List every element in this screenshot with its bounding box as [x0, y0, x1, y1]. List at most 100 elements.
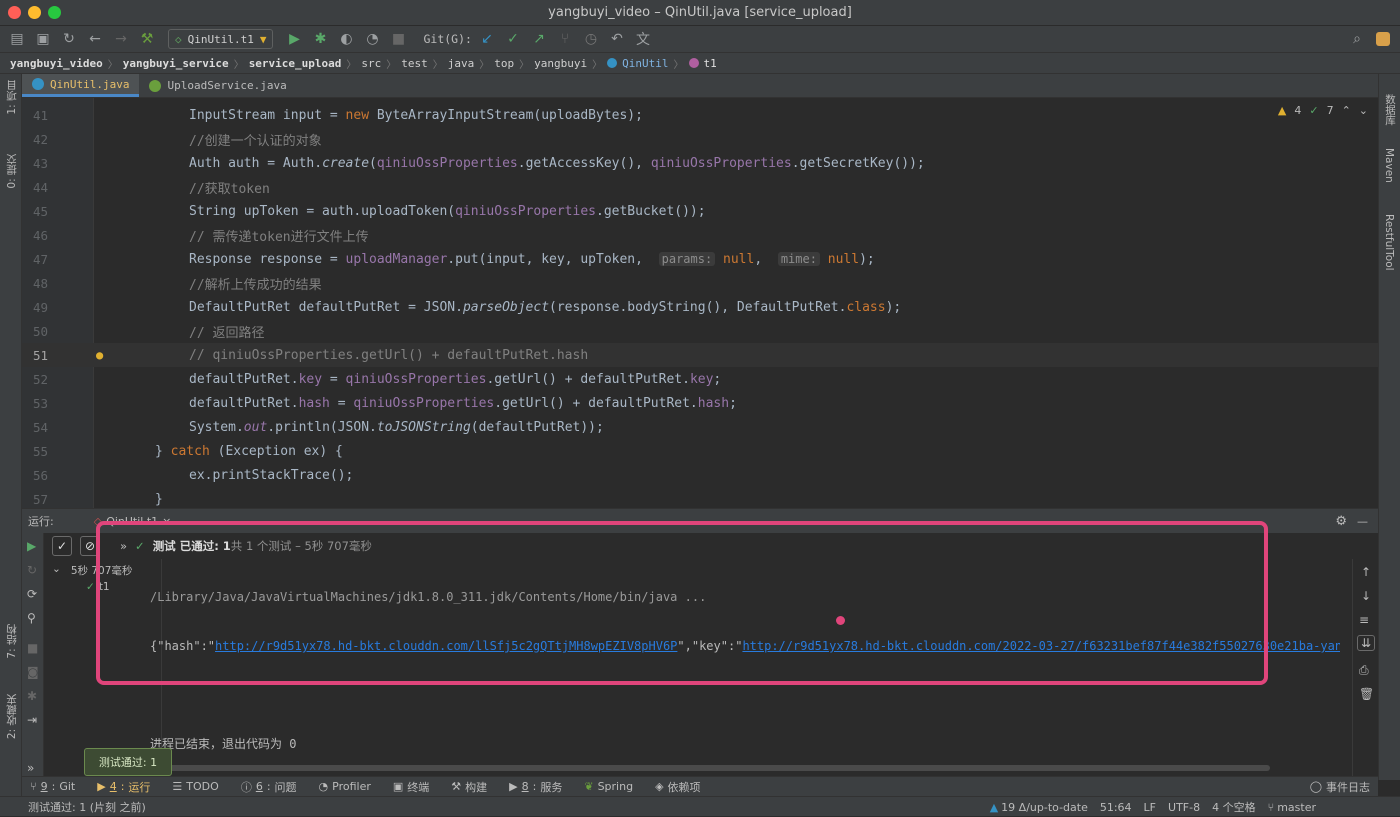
stop-icon[interactable]: ■ [387, 28, 409, 50]
restfultool-tool-tab[interactable]: RestfulTool [1383, 214, 1395, 271]
breadcrumb-item[interactable]: yangbuyi_video [10, 57, 103, 70]
tab-spring[interactable]: ❦ Spring [584, 780, 633, 793]
tab-label: QinUtil.java [50, 77, 130, 91]
tab-problems[interactable]: ⓘ 6: 问题 [241, 779, 297, 795]
database-tool-tab[interactable]: 数据库 [1383, 94, 1398, 126]
highlight-annotation [96, 521, 1268, 685]
caret-position[interactable]: 51:64 [1100, 801, 1132, 814]
breadcrumb-item[interactable]: test [401, 57, 428, 70]
project-tool-tab[interactable]: 1: 项目 [4, 80, 19, 115]
open-folder-icon[interactable]: ▤ [6, 28, 28, 50]
file-encoding[interactable]: UTF-8 [1168, 801, 1200, 814]
console-exit-message: 进程已结束，退出代码为 0 [150, 737, 297, 751]
more-icon[interactable]: » [27, 761, 34, 775]
debug-icon[interactable]: ✱ [309, 28, 331, 50]
breadcrumb-item[interactable]: yangbuyi_service [123, 57, 229, 70]
breadcrumb-item[interactable]: QinUtil [622, 57, 668, 70]
tab-dependencies[interactable]: ◈ 依赖项 [655, 779, 700, 795]
tab-terminal[interactable]: ▣ 终端 [393, 779, 429, 795]
tab-run[interactable]: ▶ 4: 运行 [97, 779, 150, 795]
tab-qinutil[interactable]: QinUtil.java [22, 74, 140, 97]
tab-profiler[interactable]: ◔ Profiler [319, 780, 371, 793]
translate-icon[interactable]: 文 [632, 28, 654, 50]
code-editor[interactable]: ▲ 4 ✓ 7 ⌃ ⌄ 41 InputStream input = new Byte… [22, 98, 1378, 508]
breadcrumb-item[interactable]: java [448, 57, 475, 70]
git-push-icon[interactable]: ↗ [528, 28, 550, 50]
terminal-icon: ▣ [392, 780, 404, 793]
run-side-toolbar: ▶ ↻ ⟳ ⚲ ■ ◙ ✱ ⇥ » [22, 533, 44, 781]
show-passed-button[interactable]: ✓ [52, 536, 72, 556]
search-icon[interactable]: ⌕ [1346, 28, 1368, 50]
save-all-icon[interactable]: ▣ [32, 28, 54, 50]
maven-tool-tab[interactable]: Maven [1383, 148, 1395, 183]
event-log-button[interactable]: ◯ 事件日志 [1310, 779, 1370, 795]
git-commit-icon[interactable]: ✓ [502, 28, 524, 50]
java-interface-icon [149, 79, 162, 92]
debug-icon[interactable]: ✱ [27, 689, 37, 703]
tab-services[interactable]: ▶ 8: 服务 [509, 779, 562, 795]
forward-icon[interactable]: → [110, 28, 132, 50]
rerun-failed-icon[interactable]: ↻ [27, 563, 37, 577]
indent-setting[interactable]: 4 个空格 [1212, 799, 1256, 815]
status-message[interactable]: 测试通过: 1 (片刻 之前) [28, 799, 146, 815]
stop-icon[interactable]: ■ [27, 641, 38, 655]
profile-icon[interactable]: ◔ [361, 28, 383, 50]
maximize-window-button[interactable] [48, 6, 61, 19]
avatar[interactable] [1372, 28, 1394, 50]
gear-icon[interactable]: ⚙ [1335, 514, 1347, 529]
tab-label: UploadService.java [167, 79, 287, 92]
build-hammer-icon[interactable]: ⚒ [136, 28, 158, 50]
rerun-icon[interactable]: ▶ [27, 539, 36, 553]
lightbulb-icon[interactable]: ● [96, 348, 103, 362]
git-merge-icon[interactable]: ⑂ [554, 28, 576, 50]
rollback-icon[interactable]: ↶ [606, 28, 628, 50]
tab-todo[interactable]: ☰ TODO [172, 780, 218, 793]
print-icon[interactable]: ⎙ [1359, 663, 1369, 678]
breadcrumb-item[interactable]: yangbuyi [534, 57, 587, 70]
line-separator[interactable]: LF [1144, 801, 1156, 814]
run-config-selector[interactable]: ◇ QinUtil.t1 ▼ [168, 29, 274, 49]
run-config-icon: ◇ [175, 32, 182, 46]
code-line: 57} [32, 491, 163, 507]
run-icon: ▶ [97, 780, 106, 793]
minimize-panel-icon[interactable]: — [1357, 515, 1368, 528]
exit-icon[interactable]: ⇥ [27, 713, 37, 727]
arrow-up-icon[interactable]: ↑ [1361, 565, 1371, 579]
breadcrumb-item[interactable]: service_upload [249, 57, 342, 70]
test-passed-toast[interactable]: 测试通过: 1 [84, 748, 172, 776]
profiler-icon: ◔ [318, 780, 329, 793]
tab-uploadservice[interactable]: UploadService.java [139, 74, 296, 97]
run-config-label: QinUtil.t1 [187, 32, 254, 46]
coverage-icon[interactable]: ◐ [335, 28, 357, 50]
commit-tool-tab[interactable]: 0: 提交 [4, 154, 19, 189]
java-class-icon [32, 78, 44, 90]
code-line: 48//解析上传成功的结果 [32, 275, 322, 293]
favorites-tool-tab[interactable]: 2: 收藏夹 [4, 694, 19, 739]
close-window-button[interactable] [8, 6, 21, 19]
git-history-icon[interactable]: ◷ [580, 28, 602, 50]
tab-build[interactable]: ⚒ 构建 [451, 779, 487, 795]
wrench-icon[interactable]: ⚲ [27, 611, 36, 625]
breadcrumb-item[interactable]: top [494, 57, 514, 70]
code-line: 54 System.out.println(JSON.toJSONString(d… [32, 419, 604, 435]
git-branch-icon: ⑂ [30, 780, 37, 793]
git-branch-icon: ⑂ [1267, 800, 1275, 814]
git-update-icon[interactable]: ↙ [476, 28, 498, 50]
toggle-auto-test-icon[interactable]: ⟳ [27, 587, 37, 601]
back-icon[interactable]: ← [84, 28, 106, 50]
console-scrollbar[interactable] [150, 765, 1270, 771]
arrow-down-icon[interactable]: ↓ [1361, 589, 1371, 603]
scroll-to-end-icon[interactable]: ⇊ [1357, 635, 1376, 651]
structure-tool-tab[interactable]: 7: 结构 [4, 624, 19, 659]
soft-wrap-icon[interactable]: ≡ [1359, 613, 1369, 627]
tab-git[interactable]: ⑂ 9: Git [30, 780, 75, 793]
git-branch[interactable]: ⑂ master [1268, 801, 1316, 814]
breadcrumb-item[interactable]: t1 [704, 57, 717, 70]
run-icon[interactable]: ▶ [283, 28, 305, 50]
trash-icon[interactable]: 🗑 [1359, 687, 1374, 701]
minimize-window-button[interactable] [28, 6, 41, 19]
breadcrumb-item[interactable]: src [361, 57, 381, 70]
git-changes[interactable]: ▲ 19 Δ/up-to-date [990, 801, 1088, 814]
sync-icon[interactable]: ↻ [58, 28, 80, 50]
camera-icon[interactable]: ◙ [27, 665, 39, 679]
